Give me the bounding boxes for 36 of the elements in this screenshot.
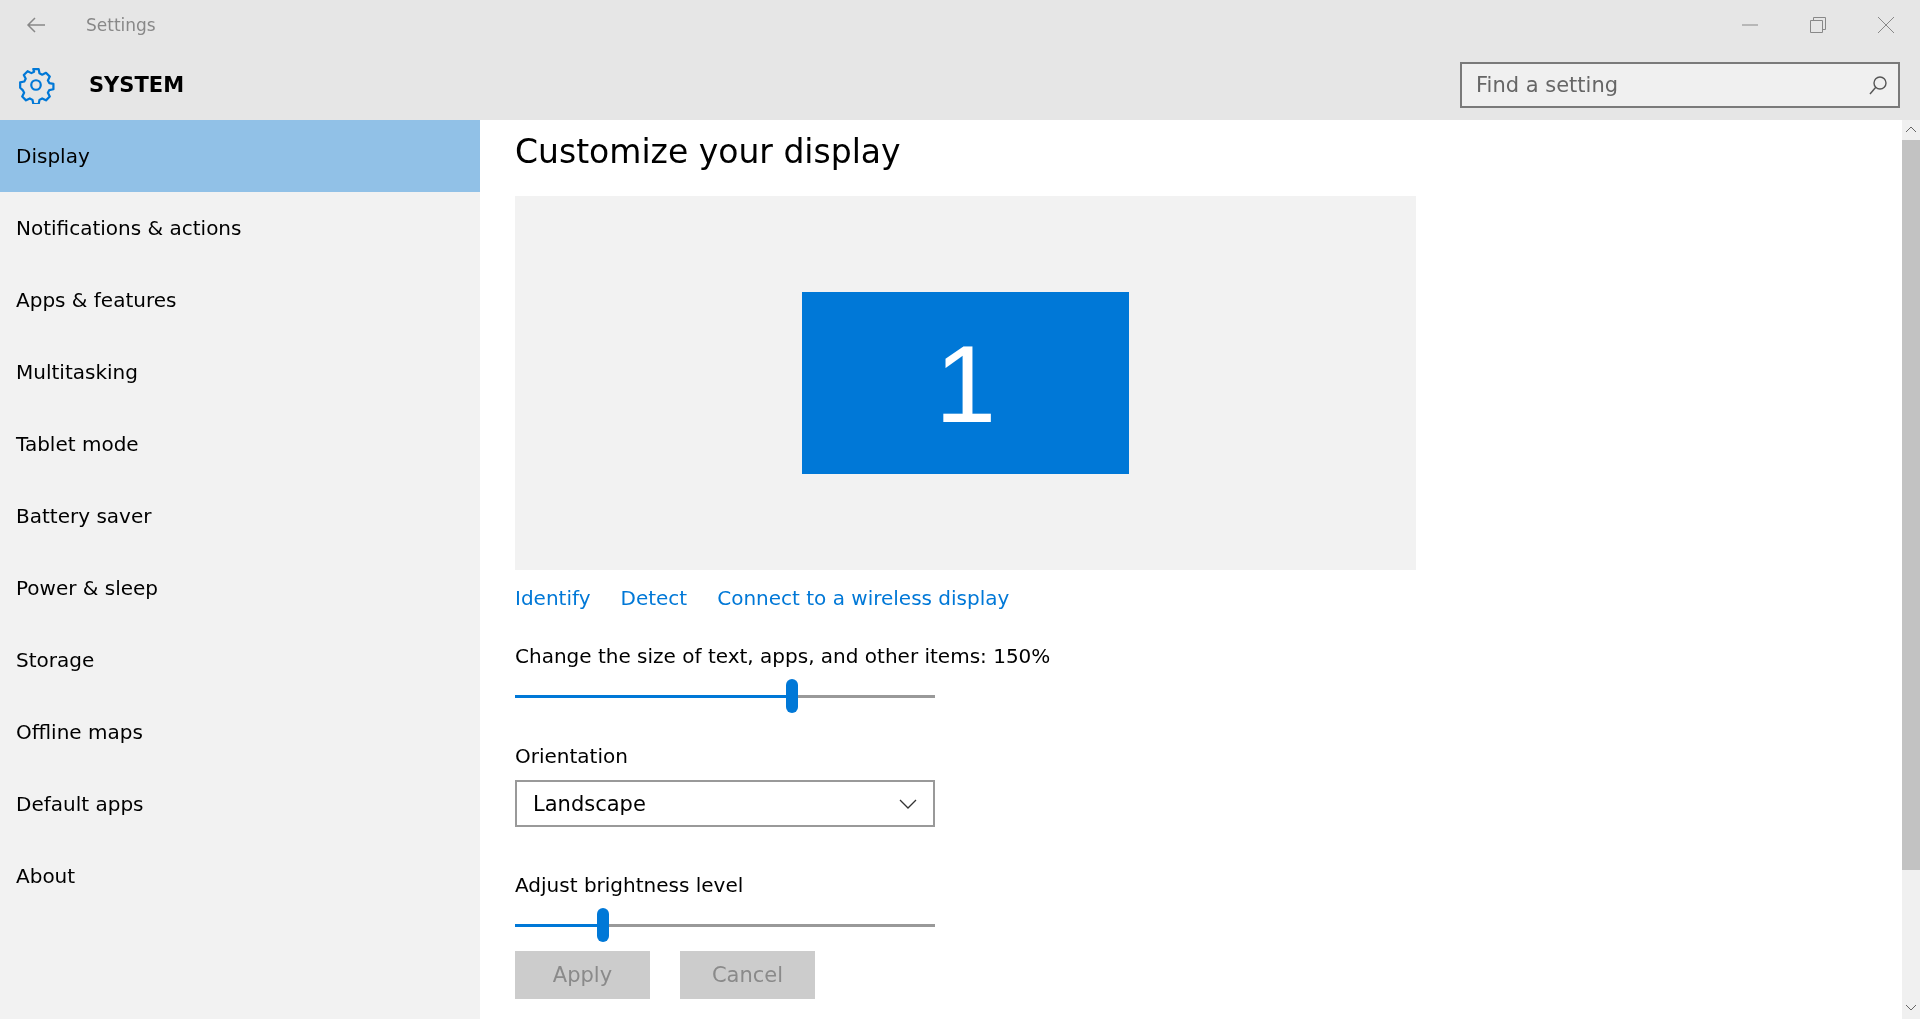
sidebar-item[interactable]: Multitasking [0, 336, 480, 408]
scrollbar[interactable] [1902, 120, 1920, 1019]
back-arrow-icon[interactable] [26, 15, 46, 35]
sidebar-item[interactable]: About [0, 840, 480, 912]
minimize-icon [1742, 24, 1758, 26]
search-icon[interactable] [1868, 75, 1888, 95]
orientation-dropdown[interactable]: Landscape [515, 780, 935, 827]
sidebar-item[interactable]: Apps & features [0, 264, 480, 336]
restore-icon [1810, 17, 1826, 33]
scale-label: Change the size of text, apps, and other items: 150% [515, 644, 1051, 668]
slider-thumb[interactable] [786, 679, 799, 713]
sidebar-item[interactable]: Storage [0, 624, 480, 696]
chevron-down-icon [899, 798, 917, 809]
section-title: SYSTEM [89, 73, 186, 97]
search-field[interactable]: Find a setting [1460, 62, 1900, 108]
scroll-down-icon[interactable] [1906, 1005, 1916, 1011]
page-heading: Customize your display [515, 132, 901, 173]
sidebar-item[interactable]: Notifications & actions [0, 192, 480, 264]
close-icon [1878, 17, 1894, 33]
sidebar-item[interactable]: Display [0, 120, 480, 192]
sidebar-item[interactable]: Power & sleep [0, 552, 480, 624]
link[interactable]: Connect to a wireless display [717, 586, 1010, 610]
scrollbar-thumb[interactable] [1902, 140, 1920, 870]
settings-icon [17, 66, 55, 104]
link[interactable]: Identify [515, 586, 591, 610]
brightness-label: Adjust brightness level [515, 873, 744, 897]
scroll-up-icon[interactable] [1906, 126, 1916, 132]
sidebar-item[interactable]: Offline maps [0, 696, 480, 768]
sidebar-item[interactable]: Default apps [0, 768, 480, 840]
slider-thumb[interactable] [597, 908, 610, 942]
link[interactable]: Detect [620, 586, 688, 610]
window-title: Settings [86, 15, 157, 35]
orientation-label: Orientation [515, 744, 628, 768]
monitor-tile[interactable]: 1 [802, 292, 1129, 474]
sidebar-item[interactable]: Tablet mode [0, 408, 480, 480]
sidebar-item[interactable]: Battery saver [0, 480, 480, 552]
